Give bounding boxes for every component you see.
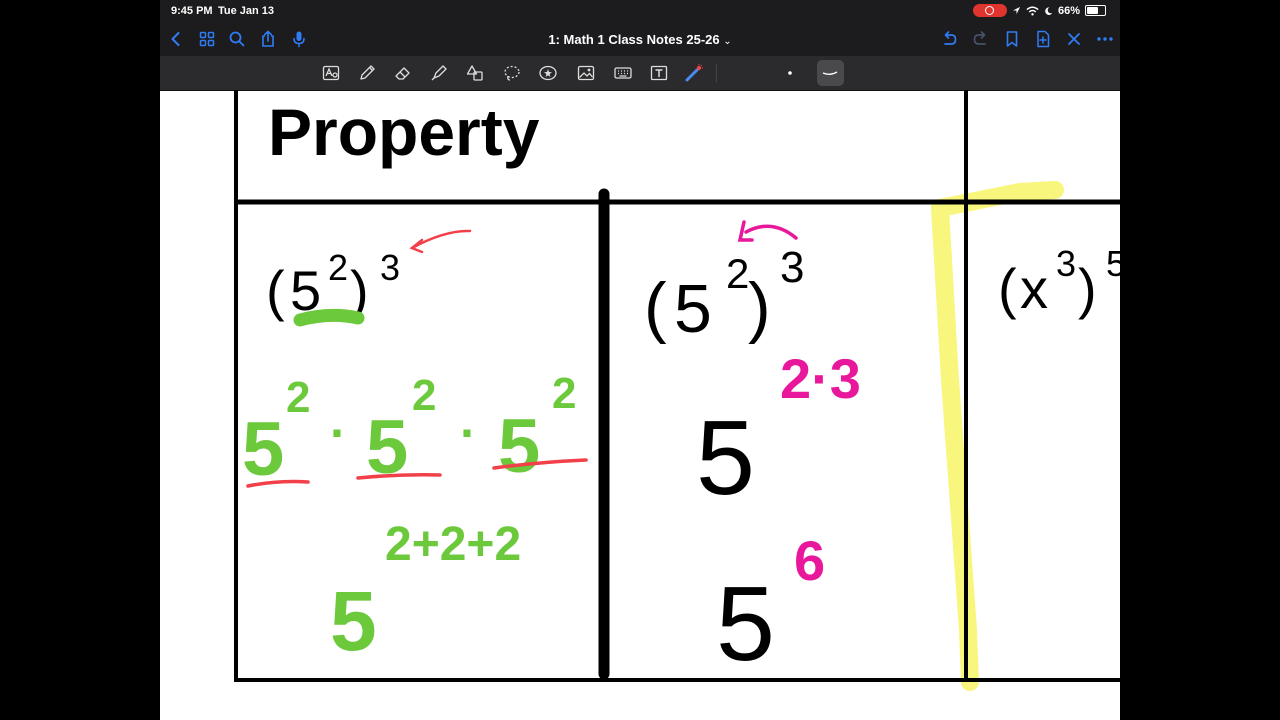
moon-icon xyxy=(1045,6,1053,15)
col1-inner-exponent: 2 xyxy=(328,247,348,288)
svg-text:): ) xyxy=(748,269,771,345)
back-icon[interactable] xyxy=(166,29,186,49)
dot-size-icon[interactable] xyxy=(780,63,800,83)
col1-outer-exponent: 3 xyxy=(380,247,400,288)
goodnotes-app: 9:45 PM Tue Jan 13 66% 1: Math 1 Class N… xyxy=(160,0,1120,720)
col3-outer-exponent: 5 xyxy=(1106,243,1120,284)
col2-result-exponent: 6 xyxy=(794,529,825,592)
note-canvas[interactable]: Property ( 5 2 ) 3 5 2 · 5 2 · 5 2 5 2+2… xyxy=(160,90,1120,720)
col2-base: 5 xyxy=(674,271,712,347)
status-date: Tue Jan 13 xyxy=(218,5,275,17)
grid-icon[interactable] xyxy=(197,29,217,49)
svg-text:): ) xyxy=(1078,257,1097,320)
document-title[interactable]: 1: Math 1 Class Notes 25-26 ⌄ xyxy=(548,32,731,47)
toolbar-separator xyxy=(716,64,717,82)
status-time: 9:45 PM xyxy=(171,5,213,17)
share-icon[interactable] xyxy=(258,29,278,49)
col2-product-exponent: 2·3 xyxy=(780,347,861,410)
col1-sum-base: 5 xyxy=(330,574,377,668)
lasso-icon[interactable] xyxy=(502,63,522,83)
col3-inner-exponent: 3 xyxy=(1056,243,1076,284)
battery-percent: 66% xyxy=(1057,4,1080,17)
col1-factor-base-1: 5 xyxy=(242,407,284,492)
more-icon[interactable] xyxy=(1095,29,1115,49)
note-page: Property ( 5 2 ) 3 5 2 · 5 2 · 5 2 5 2+2… xyxy=(234,90,1120,691)
svg-text:(: ( xyxy=(266,259,285,322)
col2-expression: ( 5 2 ) 3 xyxy=(644,243,804,347)
microphone-icon[interactable] xyxy=(289,29,309,49)
pen-icon[interactable] xyxy=(357,63,377,83)
keyboard-icon[interactable] xyxy=(613,63,633,83)
text-box-icon[interactable] xyxy=(649,63,669,83)
green-underline-stroke xyxy=(293,308,365,327)
status-bar: 9:45 PM Tue Jan 13 66% xyxy=(160,0,1120,22)
col3-expression: ( x 3 ) 5 xyxy=(998,243,1120,320)
col1-sum-exponent: 2+2+2 xyxy=(385,518,521,571)
nav-bar: 1: Math 1 Class Notes 25-26 ⌄ xyxy=(160,22,1120,56)
col1-dot-1: · xyxy=(330,405,347,461)
eraser-icon[interactable] xyxy=(393,63,413,83)
image-icon[interactable] xyxy=(576,63,596,83)
add-page-icon[interactable] xyxy=(1033,29,1053,49)
tool-bar xyxy=(160,56,1120,91)
col1-dot-2: · xyxy=(460,405,477,461)
svg-text:(: ( xyxy=(644,269,667,345)
highlighter-icon[interactable] xyxy=(429,63,449,83)
col1-sum: 5 2+2+2 xyxy=(330,518,521,668)
shapes-icon[interactable] xyxy=(465,63,485,83)
col1-factor-base-3: 5 xyxy=(498,404,540,489)
undo-icon[interactable] xyxy=(939,29,959,49)
col2-outer-exponent: 3 xyxy=(780,243,804,292)
stroke-style-button[interactable] xyxy=(817,60,844,86)
bookmark-icon[interactable] xyxy=(1002,29,1022,49)
pink-arrow-stroke xyxy=(737,220,798,242)
lasso-text-icon[interactable] xyxy=(321,63,341,83)
col2-inner-exponent: 2 xyxy=(726,250,749,297)
col1-factor-exp-3: 2 xyxy=(552,369,576,418)
page-heading: Property xyxy=(268,95,540,169)
col2-product-base: 5 xyxy=(696,399,755,517)
red-arrow-stroke xyxy=(409,229,472,254)
chevron-down-icon: ⌄ xyxy=(723,36,732,47)
redo-icon[interactable] xyxy=(971,29,991,49)
location-icon xyxy=(1012,6,1021,15)
sticker-icon[interactable] xyxy=(538,63,558,83)
stroke-style-icon xyxy=(822,71,838,75)
svg-text:(: ( xyxy=(998,257,1017,320)
col2-result-base: 5 xyxy=(716,565,775,683)
search-icon[interactable] xyxy=(227,29,247,49)
col3-base: x xyxy=(1020,257,1048,320)
battery-icon xyxy=(1085,5,1106,16)
col1-factor-exp-2: 2 xyxy=(412,371,436,420)
laser-pointer-icon[interactable] xyxy=(684,63,704,83)
col1-factor-exp-1: 2 xyxy=(286,373,310,422)
close-icon[interactable] xyxy=(1064,29,1084,49)
wifi-icon xyxy=(1026,6,1039,16)
screen-record-icon[interactable] xyxy=(972,4,1007,17)
